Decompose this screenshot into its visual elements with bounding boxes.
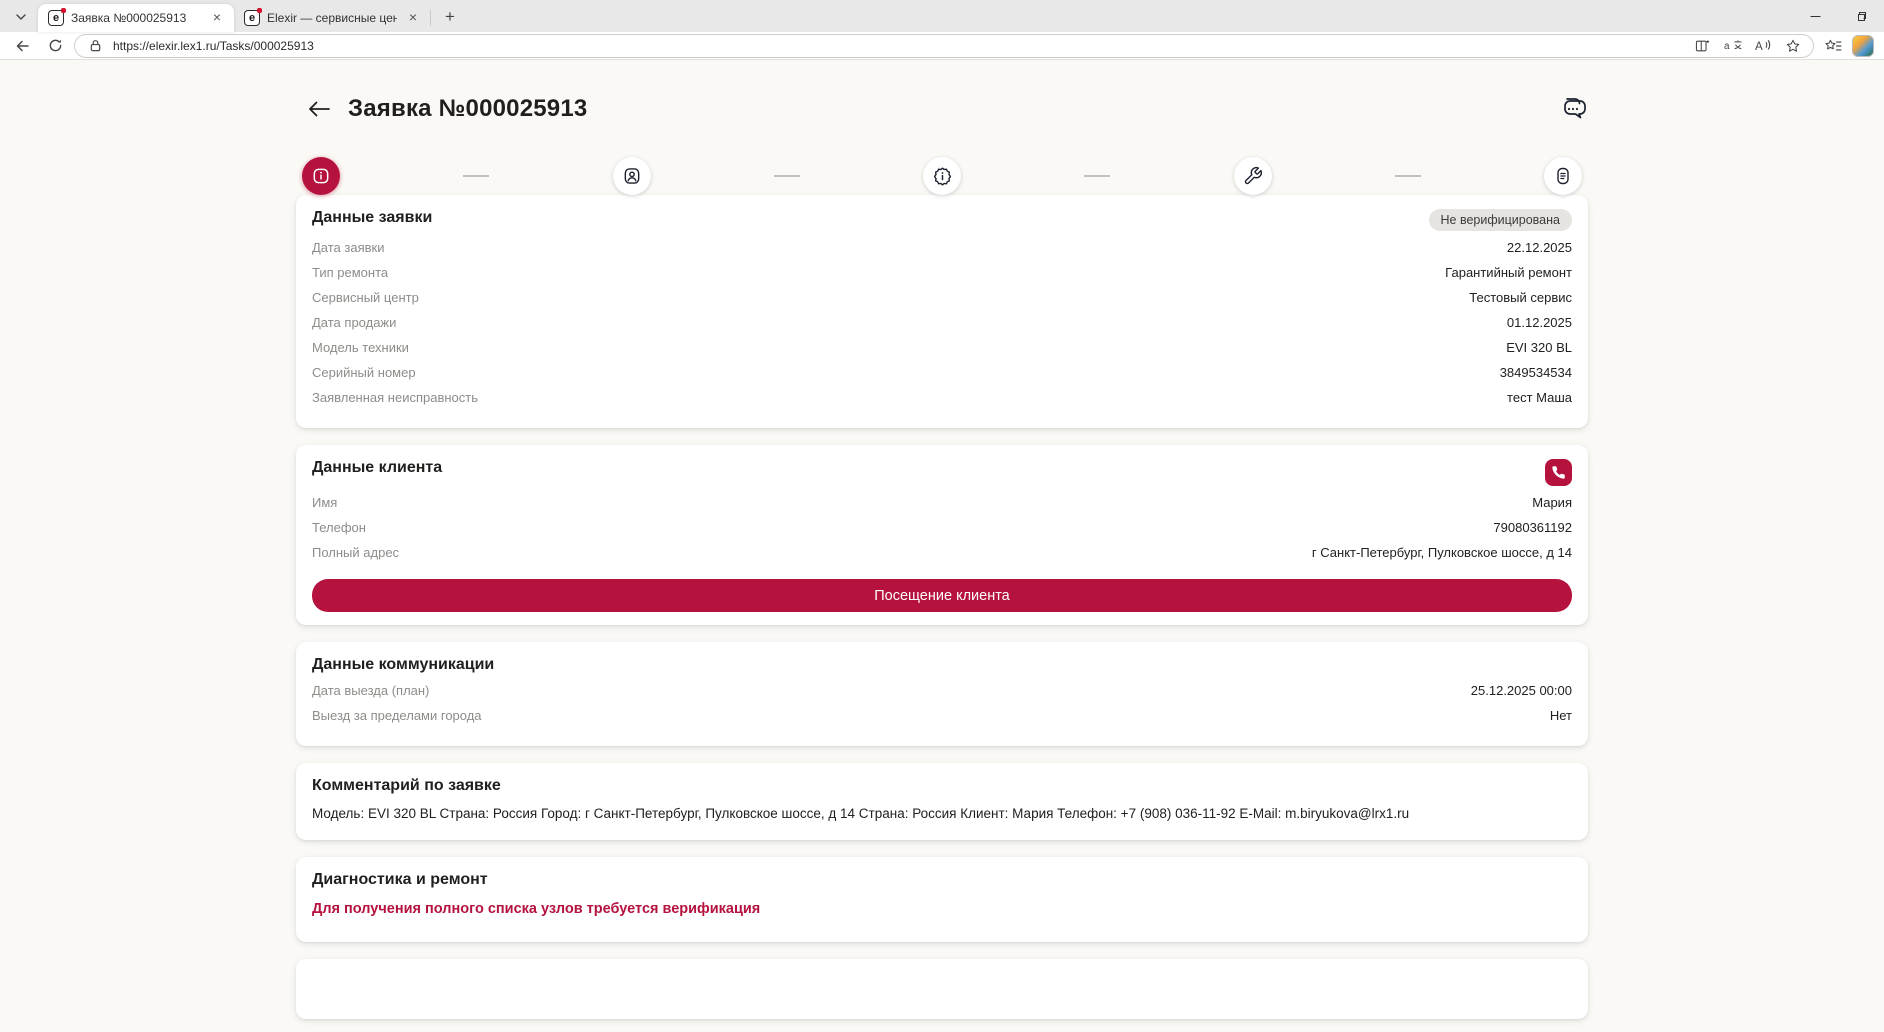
phone-icon[interactable] [1545, 459, 1572, 486]
field-value: 25.12.2025 00:00 [1471, 683, 1572, 698]
step-connector [651, 175, 924, 177]
field-label: Серийный номер [312, 365, 416, 380]
card-communication-data: Данные коммуникации Дата выезда (план) 25… [296, 642, 1588, 746]
chat-icon[interactable] [1558, 94, 1588, 124]
field-row: Имя Мария [312, 495, 1572, 520]
field-label: Телефон [312, 520, 366, 535]
page-body: Заявка №000025913 [0, 60, 1884, 1032]
window-controls [1792, 0, 1884, 32]
field-row: Дата продажи 01.12.2025 [312, 315, 1572, 340]
step-wrench-icon[interactable] [1234, 157, 1272, 195]
elexir-favicon-icon: e [48, 10, 64, 26]
comment-text: Модель: EVI 320 BL Страна: Россия Город:… [312, 804, 1572, 827]
verification-status-badge: Не верифицирована [1429, 209, 1572, 231]
step-receipt-icon[interactable] [1544, 157, 1582, 195]
field-value: Гарантийный ремонт [1445, 265, 1572, 280]
minimize-button[interactable] [1792, 0, 1838, 32]
field-value: Мария [1532, 495, 1572, 510]
field-row: Заявленная неисправность тест Маша [312, 390, 1572, 415]
card-title: Диагностика и ремонт [312, 871, 488, 889]
field-label: Дата заявки [312, 240, 384, 255]
step-connector [961, 175, 1234, 177]
field-row: Телефон 79080361192 [312, 520, 1572, 545]
elexir-favicon-icon: e [244, 10, 260, 26]
field-label: Модель техники [312, 340, 409, 355]
card-title: Данные коммуникации [312, 656, 494, 674]
tab-close-icon[interactable]: × [404, 9, 422, 27]
field-label: Выезд за пределами города [312, 708, 482, 723]
page-title: Заявка №000025913 [348, 95, 587, 123]
card-diagnostics: Диагностика и ремонт Для получения полно… [296, 857, 1588, 942]
field-value: 3849534534 [1500, 365, 1572, 380]
field-row: Полный адрес г Санкт-Петербург, Пулковско… [312, 545, 1572, 570]
page-header: Заявка №000025913 [296, 94, 1588, 124]
refresh-button[interactable] [42, 34, 68, 58]
split-screen-icon[interactable] [1691, 36, 1715, 56]
field-row: Выезд за пределами города Нет [312, 708, 1572, 733]
step-verified-badge-icon[interactable] [923, 157, 961, 195]
field-value: EVI 320 BL [1506, 340, 1572, 355]
new-tab-button[interactable]: + [437, 6, 463, 28]
favorite-star-icon[interactable] [1781, 36, 1805, 56]
step-connector [340, 175, 613, 177]
svg-text:a: a [1724, 41, 1730, 52]
field-value: Нет [1550, 708, 1572, 723]
read-aloud-icon[interactable]: A [1751, 36, 1775, 56]
tab-title: Elexir — сервисные центры LEX [267, 11, 397, 25]
field-label: Сервисный центр [312, 290, 419, 305]
tab-search-chevron-icon[interactable] [8, 6, 34, 28]
translate-icon[interactable]: a [1721, 36, 1745, 56]
field-row: Серийный номер 3849534534 [312, 365, 1572, 390]
field-row: Дата выезда (план) 25.12.2025 00:00 [312, 683, 1572, 708]
field-value: 79080361192 [1493, 520, 1572, 535]
card-request-data: Данные заявки Не верифицирована Дата зая… [296, 195, 1588, 428]
back-arrow-icon[interactable] [304, 94, 334, 124]
card-title: Данные заявки [312, 209, 432, 227]
field-label: Дата продажи [312, 315, 396, 330]
tab-close-icon[interactable]: × [208, 9, 226, 27]
card-title: Комментарий по заявке [312, 777, 501, 795]
svg-text:A: A [1755, 41, 1763, 52]
restore-button[interactable] [1838, 0, 1884, 32]
step-connector [1272, 175, 1545, 177]
field-label: Полный адрес [312, 545, 399, 560]
url-text[interactable]: https://elexir.lex1.ru/Tasks/000025913 [113, 39, 1685, 53]
field-label: Тип ремонта [312, 265, 388, 280]
verification-warning-text: Для получения полного списка узлов требу… [312, 898, 1572, 929]
step-contact-icon[interactable] [613, 157, 651, 195]
field-value: г Санкт-Петербург, Пулковское шоссе, д 1… [1312, 545, 1572, 560]
card-client-data: Данные клиента Имя Мария Телефон 790803611… [296, 445, 1588, 625]
field-label: Имя [312, 495, 337, 510]
field-value: тест Маша [1507, 390, 1572, 405]
back-button[interactable] [10, 34, 36, 58]
card-next-partial [296, 959, 1588, 1019]
tab-separator [430, 10, 431, 26]
progress-stepper [296, 157, 1588, 195]
tab-background[interactable]: e Elexir — сервисные центры LEX × [234, 4, 430, 32]
card-title: Данные клиента [312, 459, 442, 477]
address-bar[interactable]: https://elexir.lex1.ru/Tasks/000025913 a… [74, 34, 1814, 58]
field-row: Тип ремонта Гарантийный ремонт [312, 265, 1572, 290]
tab-title: Заявка №000025913 [71, 11, 201, 25]
favorites-bar-icon[interactable] [1820, 34, 1846, 58]
site-lock-icon[interactable] [83, 36, 107, 56]
browser-tab-strip: e Заявка №000025913 × e Elexir — сервисн… [0, 0, 1884, 32]
tab-current[interactable]: e Заявка №000025913 × [38, 4, 234, 32]
field-label: Заявленная неисправность [312, 390, 478, 405]
field-row: Сервисный центр Тестовый сервис [312, 290, 1572, 315]
browser-navbar: https://elexir.lex1.ru/Tasks/000025913 a… [0, 32, 1884, 60]
step-info-icon[interactable] [302, 157, 340, 195]
card-comment: Комментарий по заявке Модель: EVI 320 BL… [296, 763, 1588, 840]
client-visit-button[interactable]: Посещение клиента [312, 579, 1572, 612]
field-value: Тестовый сервис [1469, 290, 1572, 305]
field-label: Дата выезда (план) [312, 683, 429, 698]
profile-avatar[interactable] [1852, 35, 1874, 57]
field-row: Дата заявки 22.12.2025 [312, 240, 1572, 265]
field-value: 22.12.2025 [1507, 240, 1572, 255]
field-value: 01.12.2025 [1507, 315, 1572, 330]
field-row: Модель техники EVI 320 BL [312, 340, 1572, 365]
